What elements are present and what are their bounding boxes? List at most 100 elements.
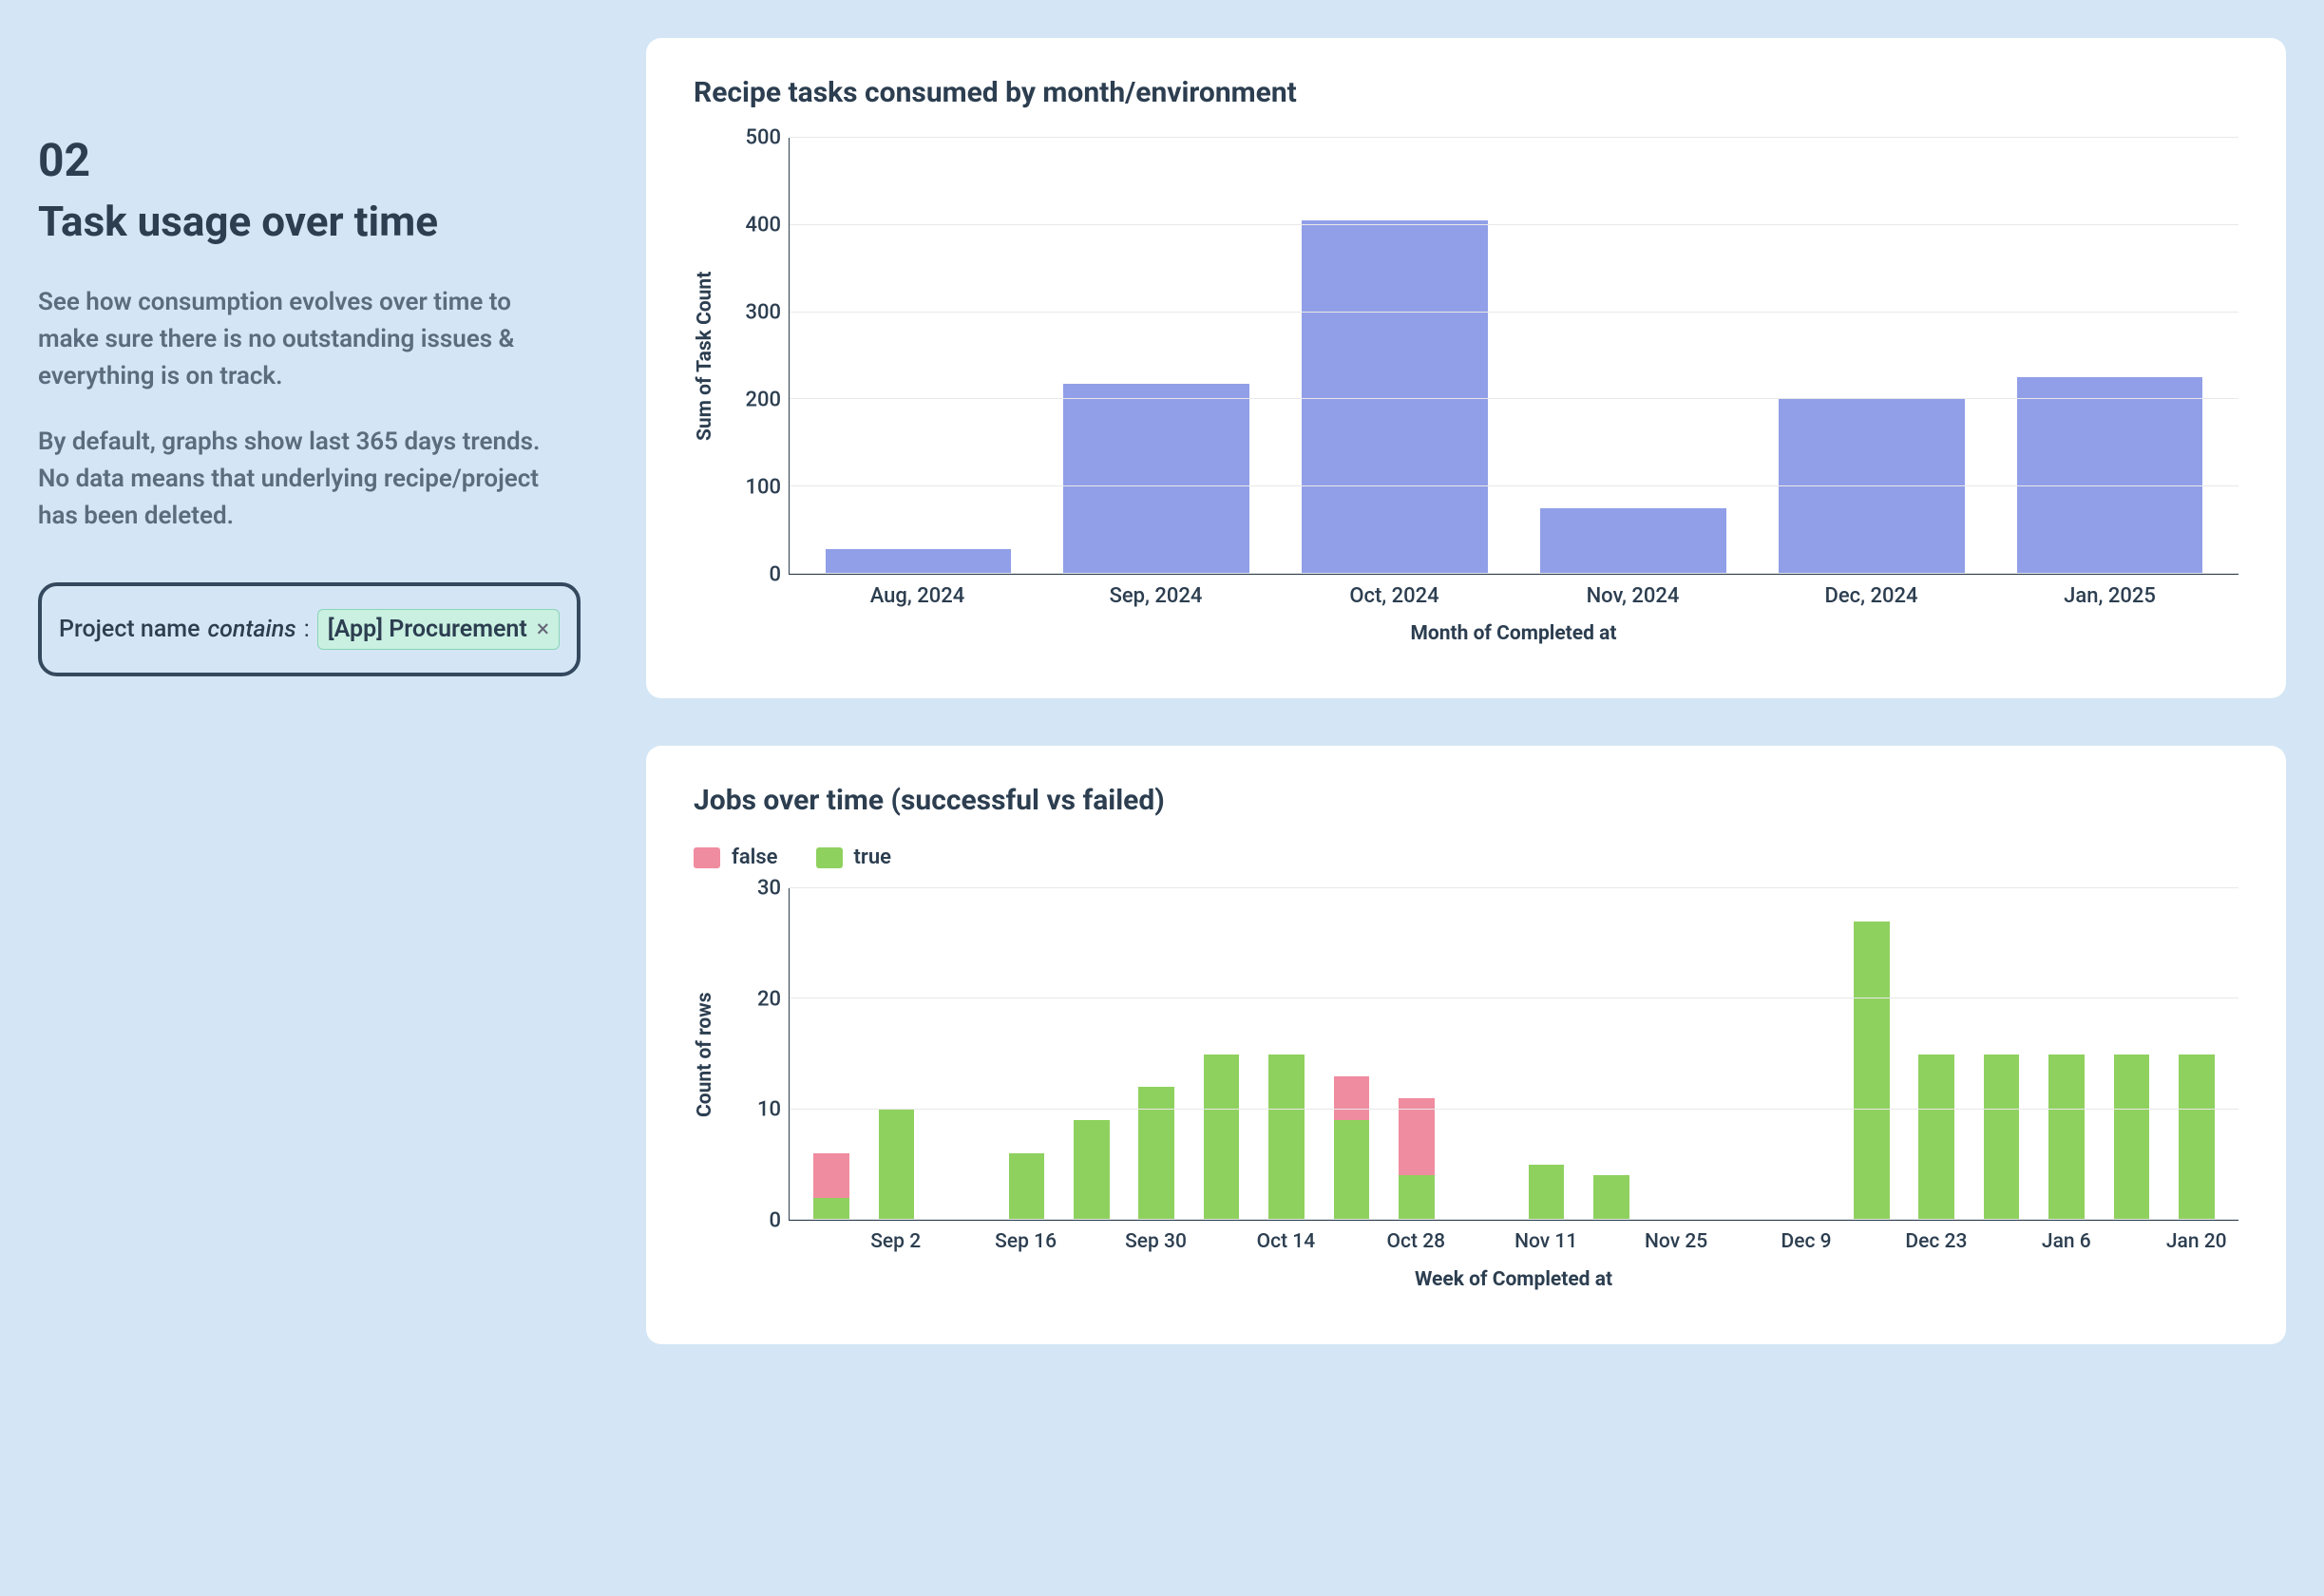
bar[interactable] xyxy=(1009,1153,1045,1220)
filter-box[interactable]: Project name contains : [App] Procuremen… xyxy=(38,582,581,676)
x-tick: Dec 23 xyxy=(1904,1230,1969,1259)
y-tick: 300 xyxy=(745,301,781,325)
x-tick: Jan 6 xyxy=(2034,1230,2099,1259)
bar-segment-false xyxy=(1399,1098,1435,1175)
bar-segment-true xyxy=(1593,1175,1629,1220)
x-tick: Oct 14 xyxy=(1253,1230,1318,1259)
x-tick: Sep, 2024 xyxy=(1037,584,1275,613)
bar[interactable] xyxy=(1302,220,1488,574)
x-tick: Sep 16 xyxy=(993,1230,1057,1259)
bar[interactable] xyxy=(2114,1054,2150,1221)
x-tick: Jan, 2025 xyxy=(1991,584,2229,613)
y-axis-label: Count of rows xyxy=(694,888,732,1221)
x-tick xyxy=(798,1230,863,1259)
bar-slot xyxy=(1059,888,1124,1220)
bar[interactable] xyxy=(1918,1054,1954,1221)
bar-slot xyxy=(1991,138,2229,574)
filter-value: [App] Procurement xyxy=(328,616,527,643)
bar[interactable] xyxy=(1399,1098,1435,1220)
bar[interactable] xyxy=(1138,1087,1174,1220)
x-tick xyxy=(1319,1230,1383,1259)
bar[interactable] xyxy=(1204,1054,1240,1221)
bar[interactable] xyxy=(1063,384,1249,574)
bars xyxy=(790,888,2238,1220)
bar-segment-true xyxy=(2114,1054,2150,1221)
bar-segment-true xyxy=(1138,1087,1174,1220)
x-tick xyxy=(1838,1230,1903,1259)
bar-segment-true xyxy=(1918,1054,1954,1221)
bar[interactable] xyxy=(2048,1054,2085,1221)
bar[interactable] xyxy=(813,1153,849,1220)
bar-segment-true xyxy=(2179,1054,2215,1221)
bar[interactable] xyxy=(879,1110,915,1220)
section-number: 02 xyxy=(38,133,608,187)
bar-segment-true xyxy=(1074,1120,1110,1220)
bar-slot xyxy=(1644,888,1708,1220)
x-tick: Sep 2 xyxy=(863,1230,927,1259)
section-desc-2: By default, graphs show last 365 days tr… xyxy=(38,424,551,535)
bar-slot xyxy=(1449,888,1514,1220)
bar-slot xyxy=(1839,888,1904,1220)
bar-segment-false xyxy=(1334,1076,1370,1121)
bar-slot xyxy=(1319,888,1383,1220)
close-icon[interactable]: × xyxy=(537,616,549,643)
bar-slot xyxy=(1579,888,1644,1220)
bar[interactable] xyxy=(1593,1175,1629,1220)
x-tick: Oct 28 xyxy=(1383,1230,1448,1259)
y-tick: 20 xyxy=(757,987,781,1011)
legend-label-false: false xyxy=(732,846,778,869)
x-tick xyxy=(1449,1230,1514,1259)
bar-segment-true xyxy=(813,1198,849,1220)
bar-segment-true xyxy=(1334,1120,1370,1220)
x-tick xyxy=(1969,1230,2033,1259)
y-tick: 500 xyxy=(745,126,781,150)
bar-slot xyxy=(1276,138,1514,574)
chart-jobs: Count of rows 0102030 Sep 2Sep 16Sep 30O… xyxy=(694,888,2238,1297)
bar[interactable] xyxy=(1529,1165,1565,1220)
bar[interactable] xyxy=(1779,399,1965,574)
bar[interactable] xyxy=(1984,1054,2020,1221)
x-tick xyxy=(928,1230,993,1259)
bar-segment-true xyxy=(1854,922,1890,1220)
y-tick: 10 xyxy=(757,1098,781,1122)
bar[interactable] xyxy=(2179,1054,2215,1221)
bar-slot xyxy=(1514,138,1752,574)
filter-colon: : xyxy=(304,616,310,643)
x-tick: Jan 20 xyxy=(2164,1230,2229,1259)
bar[interactable] xyxy=(1540,508,1726,574)
legend-swatch-true xyxy=(816,847,843,868)
bar-segment-true xyxy=(1984,1054,2020,1221)
legend-swatch-false xyxy=(694,847,720,868)
y-axis-ticks: 0102030 xyxy=(732,888,789,1221)
filter-chip[interactable]: [App] Procurement × xyxy=(317,609,560,650)
legend-label-true: true xyxy=(854,846,891,869)
bar-segment-true xyxy=(1268,1054,1305,1221)
x-tick: Sep 30 xyxy=(1123,1230,1188,1259)
bar-segment-true xyxy=(1399,1175,1435,1220)
x-tick: Nov, 2024 xyxy=(1514,584,1752,613)
bar[interactable] xyxy=(2017,377,2203,574)
x-axis-label: Week of Completed at xyxy=(789,1259,2238,1297)
x-axis-ticks: Aug, 2024Sep, 2024Oct, 2024Nov, 2024Dec,… xyxy=(789,575,2238,613)
y-tick: 100 xyxy=(745,476,781,500)
bar-slot xyxy=(1904,888,1969,1220)
section-desc-1: See how consumption evolves over time to… xyxy=(38,284,551,395)
filter-operator: contains xyxy=(207,616,295,643)
x-tick: Dec 9 xyxy=(1774,1230,1838,1259)
bar[interactable] xyxy=(1334,1076,1370,1220)
bar-segment-true xyxy=(1009,1153,1045,1220)
card-recipe-tasks: Recipe tasks consumed by month/environme… xyxy=(646,38,2286,698)
bar-slot xyxy=(799,138,1038,574)
bar[interactable] xyxy=(826,549,1012,574)
chart-title: Jobs over time (successful vs failed) xyxy=(694,784,2238,817)
x-tick: Dec, 2024 xyxy=(1752,584,1991,613)
x-tick: Nov 11 xyxy=(1514,1230,1578,1259)
bar-segment-true xyxy=(879,1110,915,1220)
bar[interactable] xyxy=(1854,922,1890,1220)
bar-slot xyxy=(2034,888,2099,1220)
bar-segment-true xyxy=(1204,1054,1240,1221)
bar-segment-true xyxy=(2048,1054,2085,1221)
bar-slot xyxy=(864,888,928,1220)
bar[interactable] xyxy=(1268,1054,1305,1221)
bar[interactable] xyxy=(1074,1120,1110,1220)
